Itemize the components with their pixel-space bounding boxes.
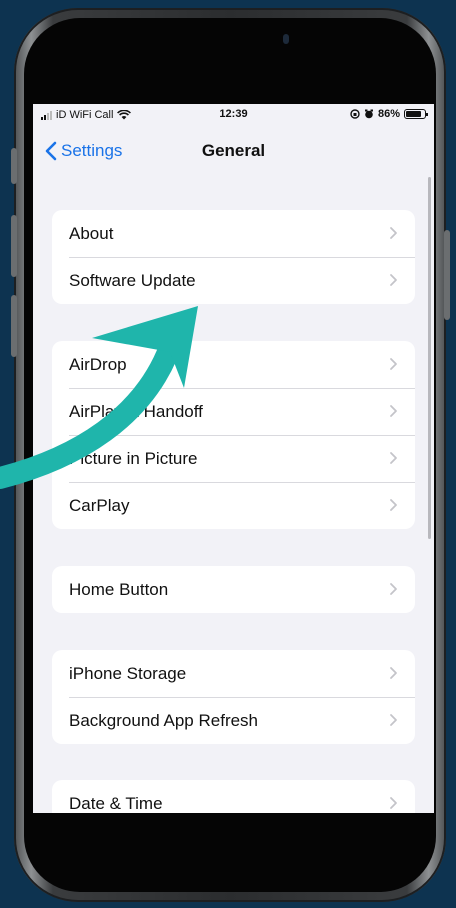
settings-group-home-button: Home Button [52, 566, 415, 613]
list-item-label: About [69, 223, 114, 243]
list-item-home-button[interactable]: Home Button [52, 566, 415, 613]
list-item-label: CarPlay [69, 495, 130, 515]
list-item-software-update[interactable]: Software Update [52, 257, 415, 304]
list-item-label: iPhone Storage [69, 663, 187, 683]
chevron-right-icon [390, 227, 397, 239]
screen-rotation-lock-icon [350, 109, 360, 119]
alarm-icon [364, 109, 373, 119]
page-title: General [201, 141, 266, 160]
list-item-label: Background App Refresh [69, 710, 259, 730]
battery-icon [404, 109, 428, 119]
list-item-airplay-handoff[interactable]: AirPlay & Handoff [52, 388, 415, 435]
chevron-right-icon [390, 358, 397, 370]
chevron-right-icon [390, 797, 397, 809]
battery-level [406, 111, 422, 117]
list-item-label: Picture in Picture [69, 448, 198, 468]
list-item-label: Date & Time [69, 793, 163, 813]
power-button [444, 230, 450, 320]
phone-screen: iD WiFi Call 12:39 86% Settings General … [33, 104, 434, 813]
chevron-right-icon [390, 583, 397, 595]
chevron-right-icon [390, 452, 397, 464]
chevron-right-icon [390, 499, 397, 511]
list-item-airdrop[interactable]: AirDrop [52, 341, 415, 388]
battery-percent: 86% [377, 108, 400, 120]
settings-group-storage: iPhone Storage Background App Refresh [52, 650, 415, 744]
list-item-label: Software Update [69, 270, 196, 290]
volume-up-button [11, 215, 17, 277]
list-item-date-time[interactable]: Date & Time [52, 780, 415, 813]
list-item-label: Home Button [69, 579, 169, 599]
settings-group-date-time: Date & Time [52, 780, 415, 813]
list-item-carplay[interactable]: CarPlay [52, 482, 415, 529]
list-item-picture-in-picture[interactable]: Picture in Picture [52, 435, 415, 482]
action-button [11, 148, 17, 184]
settings-group-connectivity: AirDrop AirPlay & Handoff Picture in Pic… [52, 341, 415, 529]
chevron-right-icon [390, 714, 397, 726]
status-bar: iD WiFi Call 12:39 86% [33, 104, 434, 126]
list-item-about[interactable]: About [52, 210, 415, 257]
list-item-label: AirDrop [69, 354, 127, 374]
chevron-right-icon [390, 405, 397, 417]
navigation-bar: Settings General [33, 130, 434, 170]
settings-group-about: About Software Update [52, 210, 415, 304]
chevron-right-icon [390, 274, 397, 286]
chevron-right-icon [390, 667, 397, 679]
volume-down-button [11, 295, 17, 357]
status-right: 86% [350, 108, 428, 120]
list-item-label: AirPlay & Handoff [69, 401, 203, 421]
scrollbar[interactable] [428, 177, 431, 539]
front-camera [283, 34, 289, 44]
list-item-iphone-storage[interactable]: iPhone Storage [52, 650, 415, 697]
list-item-background-app-refresh[interactable]: Background App Refresh [52, 697, 415, 744]
